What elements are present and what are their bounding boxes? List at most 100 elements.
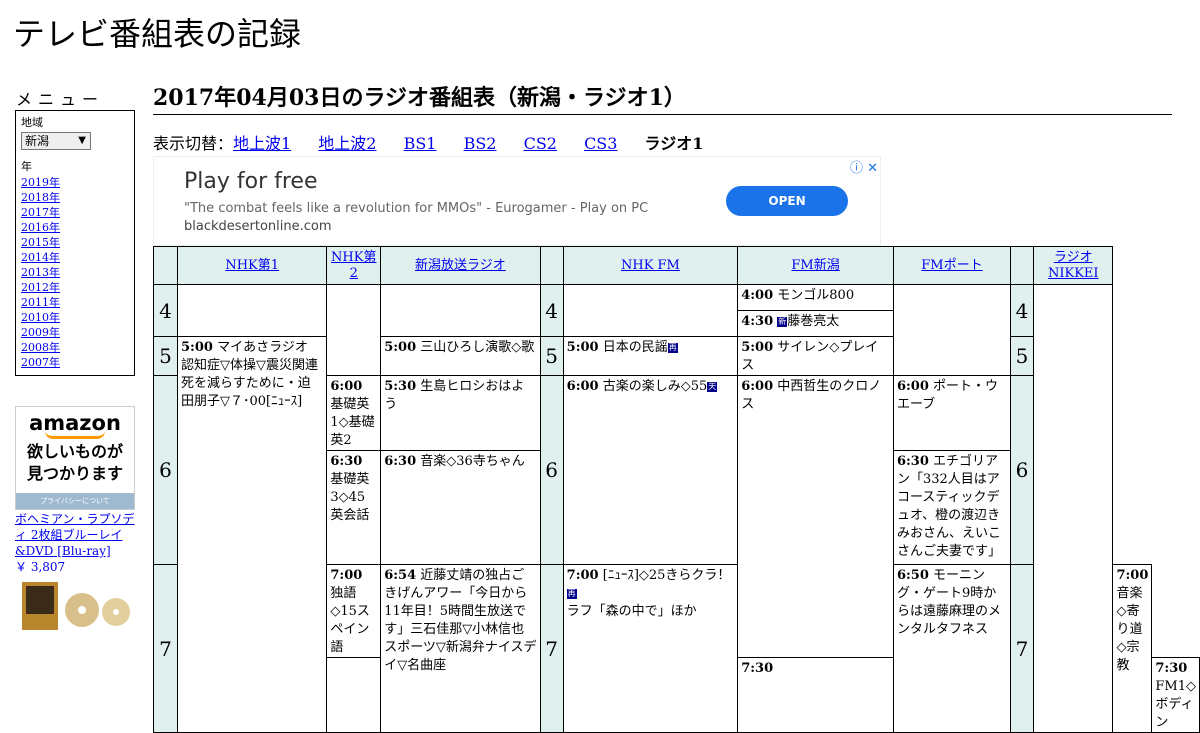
program-fm-0600[interactable]: 6:00 古楽の楽しみ◇55天 <box>562 375 739 565</box>
year-link-2016[interactable]: 2016年 <box>21 221 60 234</box>
new-badge-icon: 新 <box>777 317 788 327</box>
program-bsn-0500[interactable]: 5:00 三山ひろし演歌◇歌 <box>380 336 541 376</box>
amazon-privacy-link[interactable]: プライバシーについて <box>16 493 134 509</box>
program-fm-0700[interactable]: 7:00 [ﾆｭｰｽ]◇25きらクラ！ 再 ラフ「森の中で」ほか <box>562 564 739 733</box>
program-fmn-0600[interactable]: 6:00 中西哲生のクロノス <box>737 375 894 658</box>
switch-link-bs2[interactable]: BS2 <box>464 134 497 153</box>
station-link-nhk-fm[interactable]: NHK FM <box>621 258 680 273</box>
station-link-radio-nikkei[interactable]: ラジオNIKKEI <box>1048 250 1099 281</box>
menu-heading: メニュー <box>16 90 105 109</box>
menu-box: 地域 新潟 ▼ 年 2019年 2018年 2017年 2016年 2015年 … <box>15 110 135 376</box>
hour-header-mid <box>539 246 564 285</box>
program-nhk2-0600[interactable]: 6:00 基礎英1◇基礎英2 <box>326 375 382 451</box>
program-fmn-0400[interactable]: 4:00 モンゴル800 <box>737 284 894 311</box>
ad-close-icon[interactable]: ✕ <box>867 161 878 176</box>
switch-link-terrestrial2[interactable]: 地上波2 <box>318 134 376 153</box>
hour-cell-6-mid: 6 <box>539 375 564 565</box>
time-label: 5:00 <box>384 340 417 355</box>
rerun-badge-icon: 再 <box>566 589 577 599</box>
program-fmp-0630[interactable]: 6:30 エチゴリアン「332人目はアコースティックデュオ、橙の渡辺きみおさん、… <box>892 450 1011 565</box>
time-label: 7:00 <box>1116 568 1149 583</box>
station-link-fm-port[interactable]: FMポート <box>921 258 982 273</box>
program-nhk2-0630[interactable]: 6:30 基礎英3◇45英会話 <box>326 450 382 565</box>
ad-banner[interactable]: Play for free "The combat feels like a r… <box>153 156 881 246</box>
station-link-fm-niigata[interactable]: FM新潟 <box>791 258 839 273</box>
schedule-table: NHK第1 NHK第2 新潟放送ラジオ NHK FM FM新潟 FMポート ラジ… <box>153 246 1200 733</box>
program-fmp-0650[interactable]: 6:50 モーニング・ゲート9時からは遠藤麻理のメンタルタフネス <box>892 564 1011 733</box>
time-label: 6:00 <box>330 379 363 394</box>
nikkei-empty-4-6 <box>1033 284 1114 733</box>
year-link-2011[interactable]: 2011年 <box>21 296 60 309</box>
program-bsn-0530[interactable]: 5:30 生島ヒロシおはよう <box>380 375 541 451</box>
year-link-2017[interactable]: 2017年 <box>21 206 60 219</box>
time-label: 5:00 <box>741 340 774 355</box>
hour-header-right <box>1009 246 1035 285</box>
amazon-logo: amazon <box>29 411 121 435</box>
ad-open-button[interactable]: OPEN <box>726 186 848 216</box>
station-link-nhk2[interactable]: NHK第2 <box>331 250 376 281</box>
switch-link-cs3[interactable]: CS3 <box>584 134 617 153</box>
program-nhk2-0700[interactable]: 7:00 独語◇15スペイン語 <box>326 564 382 658</box>
year-link-2008[interactable]: 2008年 <box>21 341 60 354</box>
year-link-2018[interactable]: 2018年 <box>21 191 60 204</box>
year-link-2013[interactable]: 2013年 <box>21 266 60 279</box>
program-title: 独語◇15スペイン語 <box>330 586 370 655</box>
program-nhk2-0730[interactable]: 7:30 <box>737 657 894 733</box>
time-label: 5:00 <box>181 340 213 355</box>
region-select[interactable]: 新潟 ▼ <box>21 132 91 150</box>
program-bsn-0630[interactable]: 6:30 音楽◇36寺ちゃん <box>380 450 541 565</box>
amazon-ad[interactable]: amazon 欲しいものが 見つかります プライバシーについて <box>15 406 135 510</box>
program-nhk1-0500[interactable]: 5:00 マイあさラジオ 認知症▽体操▽震災関連死を減らすために・迫田朋子▽７･… <box>176 336 328 733</box>
program-title: 音楽◇36寺ちゃん <box>420 454 525 469</box>
switch-link-terrestrial1[interactable]: 地上波1 <box>233 134 291 153</box>
region-label: 地域 <box>21 116 43 129</box>
time-label: 6:00 <box>741 379 774 394</box>
bsn-empty-4 <box>380 284 541 337</box>
ad-headline[interactable]: Play for free <box>184 169 318 194</box>
time-label: 7:30 <box>741 661 774 676</box>
year-link-2019[interactable]: 2019年 <box>21 176 60 189</box>
switch-link-bs1[interactable]: BS1 <box>404 134 437 153</box>
time-label: 4:30 <box>741 314 774 329</box>
time-label: 6:30 <box>330 454 363 469</box>
program-fm-0500[interactable]: 5:00 日本の民謡再 <box>562 336 739 376</box>
program-fmn-0430[interactable]: 4:30 新藤巻亮太 <box>737 310 894 337</box>
program-title: [ﾆｭｰｽ]◇25きらクラ！ <box>602 568 731 583</box>
fm-empty-4 <box>562 284 739 337</box>
station-link-bsn-radio[interactable]: 新潟放送ラジオ <box>415 258 506 273</box>
year-link-2009[interactable]: 2009年 <box>21 326 60 339</box>
program-title-line2: ラフ「森の中で」ほか <box>566 604 697 619</box>
program-fmn-0500[interactable]: 5:00 サイレン◇プレイス <box>737 336 894 376</box>
page-title: 2017年04月03日のラジオ番組表（新潟・ラジオ1） <box>153 84 1172 115</box>
product-link[interactable]: ボヘミアン・ラプソディ 2枚組ブルーレイ&DVD [Blu-ray] <box>15 512 135 558</box>
product-block: ボヘミアン・ラプソディ 2枚組ブルーレイ&DVD [Blu-ray] ￥ 3,8… <box>15 511 140 575</box>
station-link-nhk1[interactable]: NHK第1 <box>225 258 279 273</box>
year-link-2010[interactable]: 2010年 <box>21 311 60 324</box>
product-price: ￥ 3,807 <box>15 560 66 574</box>
hour-cell-5: 5 <box>153 336 178 376</box>
program-fmn-0730[interactable]: 7:30 FM1◇ボディン <box>1151 657 1200 733</box>
amazon-copy-line2: 見つかります <box>26 464 123 483</box>
nhk2-empty-4 <box>326 284 382 376</box>
year-link-2007[interactable]: 2007年 <box>21 356 60 369</box>
year-list: 2019年 2018年 2017年 2016年 2015年 2014年 2013… <box>21 175 129 370</box>
fmp-empty-4 <box>892 284 1011 376</box>
region-select-value: 新潟 <box>25 134 50 148</box>
program-bsn-0654[interactable]: 6:54 近藤丈靖の独占ごきげんアワー「今日から11年目！5時間生放送です」三石… <box>380 564 541 733</box>
program-nhk1-0700-cont <box>326 657 382 733</box>
switcher-prefix: 表示切替： <box>153 134 234 153</box>
hour-cell-5-mid: 5 <box>539 336 564 376</box>
hour-cell-4: 4 <box>153 284 178 337</box>
program-title: 基礎英1◇基礎英2 <box>330 397 375 448</box>
ad-info-icon[interactable]: ⓘ <box>850 161 863 176</box>
time-label: 5:30 <box>384 379 417 394</box>
year-link-2015[interactable]: 2015年 <box>21 236 60 249</box>
program-title: 近藤丈靖の独占ごきげんアワー「今日から11年目！5時間生放送です」三石佳那▽小林… <box>384 568 537 673</box>
year-link-2012[interactable]: 2012年 <box>21 281 60 294</box>
product-image[interactable] <box>20 580 130 630</box>
program-fmp-0600[interactable]: 6:00 ポート・ウエーブ <box>892 375 1011 451</box>
year-link-2014[interactable]: 2014年 <box>21 251 60 264</box>
program-nikkei-0700[interactable]: 7:00 音楽◇寄り道◇宗教 <box>1112 564 1153 733</box>
switch-link-cs2[interactable]: CS2 <box>524 134 557 153</box>
dropdown-arrow-icon: ▼ <box>78 135 86 146</box>
